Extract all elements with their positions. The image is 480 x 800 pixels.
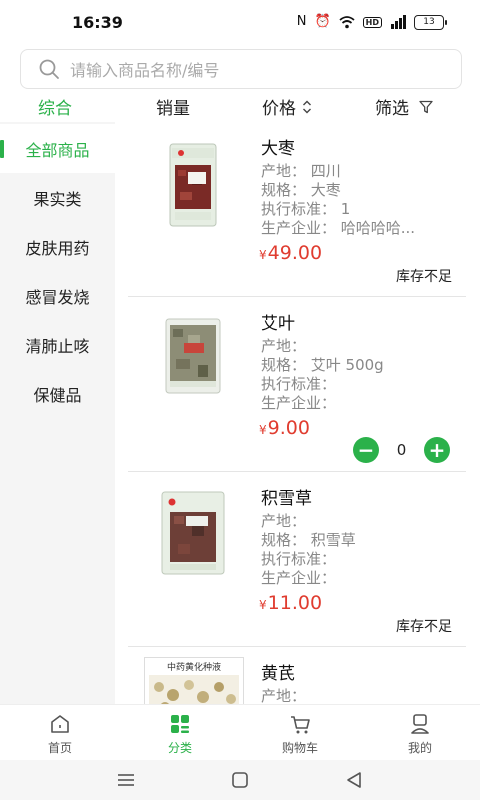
menu-icon[interactable] [116,770,136,790]
product-origin: 产地： [261,687,307,704]
sort-icon [303,100,311,113]
product-price-value: 11.00 [267,592,323,614]
plus-icon: + [428,438,446,462]
sidebar-item-cold[interactable]: 感冒发烧 [0,271,115,320]
product-image-art [149,675,239,704]
product-card[interactable]: 积雪草 产地： 规格： 积雪草 执行标准： 生产企业： ¥11.00 库存不足 [128,472,466,647]
sidebar-item-label: 果实类 [33,189,82,209]
sidebar-item-label: 皮肤用药 [25,238,90,258]
filter-button[interactable]: 筛选 [375,94,433,119]
battery-level: 13 [423,17,435,27]
bottom-tab-bar: 首页 分类 购物车 我的 [0,704,480,760]
product-price: ¥11.00 [259,592,322,614]
quantity-value: 0 [396,441,407,459]
tab-label: 首页 [47,741,72,755]
product-image: 中药黄化种液 [144,657,244,704]
status-time: 16:39 [72,13,123,32]
hd-icon: HD [362,16,382,28]
product-image [161,491,225,575]
sidebar-item-label: 全部商品 [25,140,90,160]
product-image [165,318,221,394]
tab-cart[interactable]: 购物车 [240,705,360,761]
status-icons: N ⏰ HD 13 [296,14,447,30]
filter-sales[interactable]: 销量 [156,94,190,119]
product-maker: 生产企业： [261,569,337,587]
filter-price[interactable]: 价格 [262,94,312,119]
currency-symbol: ¥ [259,423,267,437]
funnel-icon [419,100,433,113]
home-square-icon[interactable] [230,770,250,790]
product-price-value: 49.00 [267,242,323,264]
increase-button[interactable]: + [424,437,450,463]
signal-icon [391,15,406,29]
product-standard: 执行标准： 1 [261,200,351,218]
sidebar-item-fruits[interactable]: 果实类 [0,173,115,222]
product-price-value: 9.00 [267,417,310,439]
sidebar-item-label: 感冒发烧 [25,287,90,307]
wifi-icon [339,16,355,29]
product-standard: 执行标准： [261,550,337,568]
product-card[interactable]: 中药黄化种液 黄芪 产地： [128,647,466,704]
product-maker: 生产企业： 哈哈哈哈... [261,219,416,237]
sidebar-item-label: 保健品 [33,385,82,405]
tab-label: 分类 [167,741,192,755]
sidebar-item-label: 清肺止咳 [25,336,90,356]
home-icon [51,715,69,733]
nfc-icon: N [296,14,307,29]
product-origin: 产地： [261,512,307,530]
product-name: 黄芪 [261,664,295,684]
stock-status: 库存不足 [396,269,452,285]
sidebar-item-health[interactable]: 保健品 [0,369,115,418]
search-icon [39,59,59,79]
product-price: ¥9.00 [259,417,310,439]
battery-icon: 13 [414,14,447,30]
category-icon [171,715,189,733]
back-icon[interactable] [344,770,364,790]
status-bar: 16:39 N ⏰ HD 13 [0,0,480,44]
cart-icon [291,716,310,734]
profile-icon [411,714,429,734]
quantity-stepper: − 0 + [353,437,450,463]
filter-comprehensive-label: 综合 [38,99,72,119]
filter-button-label: 筛选 [375,99,409,119]
tab-home[interactable]: 首页 [0,705,120,761]
product-origin: 产地： [261,337,307,355]
tab-label: 我的 [407,741,432,755]
product-name: 艾叶 [261,314,295,334]
filter-sales-label: 销量 [156,99,190,119]
product-maker: 生产企业： [261,394,337,412]
filter-bar: 综合 销量 价格 筛选 [0,92,480,120]
sidebar-item-lung[interactable]: 清肺止咳 [0,320,115,369]
product-list: 大枣 产地： 四川 规格： 大枣 执行标准： 1 生产企业： 哈哈哈哈... ¥… [128,122,468,704]
decrease-button[interactable]: − [353,437,379,463]
product-origin: 产地： 四川 [261,162,341,180]
product-image-label: 中药黄化种液 [166,663,221,673]
product-name: 大枣 [261,139,295,159]
product-price: ¥49.00 [259,242,322,264]
minus-icon: − [357,438,375,462]
filter-price-label: 价格 [262,99,296,119]
filter-comprehensive[interactable]: 综合 [38,94,72,119]
product-name: 积雪草 [261,489,312,509]
tab-label: 购物车 [281,741,318,755]
system-nav-bar [0,760,480,800]
search-placeholder: 请输入商品名称/编号 [70,61,220,80]
product-spec: 规格： 艾叶 500g [261,356,384,374]
currency-symbol: ¥ [259,598,267,612]
product-card[interactable]: 大枣 产地： 四川 规格： 大枣 执行标准： 1 生产企业： 哈哈哈哈... ¥… [128,122,466,297]
tab-category[interactable]: 分类 [120,705,240,761]
product-card[interactable]: 艾叶 产地： 规格： 艾叶 500g 执行标准： 生产企业： ¥9.00 − 0… [128,297,466,472]
product-image [169,143,217,227]
category-sidebar: 全部商品 果实类 皮肤用药 感冒发烧 清肺止咳 保健品 [0,122,115,704]
alarm-icon: ⏰ [314,14,331,29]
currency-symbol: ¥ [259,248,267,262]
product-spec: 规格： 大枣 [261,181,341,199]
search-box[interactable]: 请输入商品名称/编号 [20,49,462,89]
tab-profile[interactable]: 我的 [360,705,480,761]
product-spec: 规格： 积雪草 [261,531,356,549]
sidebar-item-skin[interactable]: 皮肤用药 [0,222,115,271]
product-standard: 执行标准： [261,375,337,393]
stock-status: 库存不足 [396,619,452,635]
sidebar-item-all[interactable]: 全部商品 [0,124,115,173]
